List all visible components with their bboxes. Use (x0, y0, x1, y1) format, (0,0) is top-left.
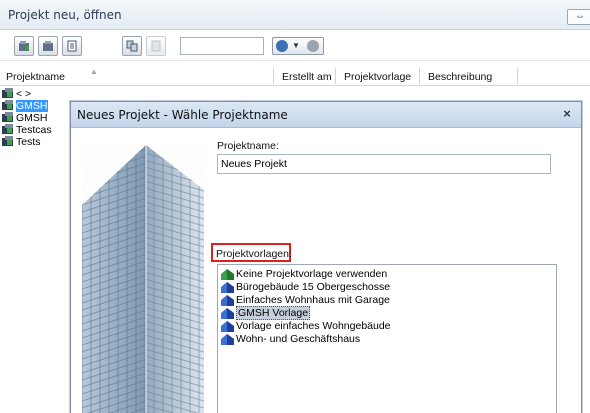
template-label: GMSH Vorlage (236, 306, 311, 320)
template-house-icon (221, 334, 234, 345)
tree-item[interactable]: GMSH (0, 100, 70, 112)
tree-item-label: Testcas (16, 124, 52, 136)
new-project-dialog: Neues Projekt - Wähle Projektname × Proj… (70, 101, 582, 413)
projektvorlagen-label: Projektvorlagen: (216, 248, 292, 260)
template-label: Einfaches Wohnhaus mit Garage (236, 294, 390, 306)
project-icon (2, 124, 13, 134)
list-item[interactable]: Bürogebäude 15 Obergeschosse (218, 281, 556, 294)
list-item[interactable]: GMSH Vorlage (218, 306, 556, 320)
window-titlebar: Projekt neu, öffnen ⇔ (0, 0, 590, 30)
dialog-title: Neues Projekt - Wähle Projektname (77, 108, 288, 122)
tree-item[interactable]: Tests (0, 136, 70, 148)
projektname-input[interactable] (217, 154, 551, 174)
project-icon (2, 136, 13, 146)
tree-item-label: GMSH (16, 112, 48, 124)
tree-item-label: GMSH (16, 100, 48, 112)
column-separator[interactable] (517, 68, 518, 84)
tree-item[interactable]: < > (0, 88, 70, 100)
document-icon (67, 40, 77, 52)
dialog-titlebar: Neues Projekt - Wähle Projektname × (71, 102, 581, 128)
template-house-icon (221, 321, 234, 332)
list-item[interactable]: Keine Projektvorlage verwenden (218, 268, 556, 281)
column-separator[interactable] (335, 68, 336, 84)
column-beschreibung[interactable]: Beschreibung (428, 71, 492, 83)
projektname-label: Projektname: (217, 140, 279, 152)
template-house-icon (221, 308, 234, 319)
template-house-icon (221, 295, 234, 306)
list-item[interactable]: Wohn- und Geschäftshaus (218, 333, 556, 346)
template-house-icon (221, 269, 234, 280)
new-project-icon (19, 41, 29, 51)
chevron-down-icon[interactable]: ▼ (292, 40, 302, 52)
project-icon (2, 88, 13, 98)
building-image (82, 135, 204, 413)
search-input[interactable] (180, 37, 264, 55)
template-label: Bürogebäude 15 Obergeschosse (236, 281, 391, 293)
template-list[interactable]: Keine Projektvorlage verwenden Bürogebäu… (217, 264, 557, 413)
template-label: Vorlage einfaches Wohngebäude (236, 320, 391, 332)
project-icon (2, 100, 13, 110)
column-separator[interactable] (419, 68, 420, 84)
forward-icon[interactable] (307, 40, 319, 52)
properties-button[interactable] (62, 36, 82, 56)
template-label: Wohn- und Geschäftshaus (236, 333, 361, 345)
new-project-button[interactable] (14, 36, 34, 56)
column-projektvorlage[interactable]: Projektvorlage (344, 71, 411, 83)
project-icon (2, 112, 13, 122)
sort-ascending-icon: ▲ (90, 67, 98, 76)
navigation-buttons: ▼ (272, 37, 324, 55)
project-tree: < > GMSH GMSH Testcas Tests (0, 88, 70, 148)
toolbar: ▼ (0, 31, 590, 61)
copy-project-button[interactable] (122, 36, 142, 56)
tree-item[interactable]: GMSH (0, 112, 70, 124)
open-project-button[interactable] (38, 36, 58, 56)
column-header: ▲ Projektname Erstellt am Projektvorlage… (0, 66, 590, 86)
column-separator[interactable] (273, 68, 274, 84)
tree-item-label: < > (16, 88, 32, 100)
column-erstellt-am[interactable]: Erstellt am (282, 71, 332, 83)
back-icon[interactable] (276, 40, 288, 52)
delete-project-button[interactable] (146, 36, 166, 56)
tree-item[interactable]: Testcas (0, 124, 70, 136)
window-title: Projekt neu, öffnen (8, 8, 122, 22)
list-item[interactable]: Vorlage einfaches Wohngebäude (218, 320, 556, 333)
delete-icon (151, 40, 161, 52)
restore-window-button[interactable]: ⇔ (567, 9, 590, 25)
copy-icon (126, 40, 138, 52)
template-label: Keine Projektvorlage verwenden (236, 268, 388, 280)
column-projektname[interactable]: Projektname (6, 71, 65, 83)
template-house-icon (221, 282, 234, 293)
tree-item-label: Tests (16, 136, 41, 148)
folder-icon (43, 41, 53, 51)
close-button[interactable]: × (559, 106, 575, 122)
